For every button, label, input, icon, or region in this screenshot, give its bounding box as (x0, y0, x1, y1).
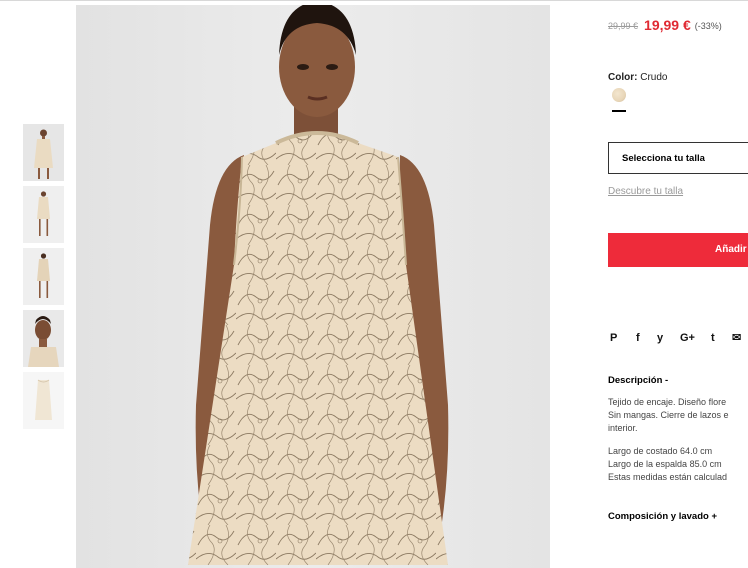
composition-toggle[interactable]: Composición y lavado + (608, 511, 717, 522)
thumbnail-4[interactable] (23, 310, 64, 367)
mail-icon[interactable]: ✉ (732, 331, 741, 345)
thumbnail-5[interactable] (23, 372, 64, 429)
color-label: Color: Crudo (608, 72, 667, 83)
add-to-cart-label: Añadir (715, 244, 747, 255)
facebook-icon[interactable]: f (636, 331, 640, 345)
description-line: Sin mangas. Cierre de lazos e (608, 410, 729, 420)
original-price: 29,99 € (608, 21, 639, 31)
description-line: Tejido de encaje. Diseño flore (608, 397, 727, 407)
price-row: 29,99 € 19,99 € (-33%) (608, 16, 722, 33)
size-guide-link[interactable]: Descubre tu talla (608, 186, 683, 197)
size-select[interactable]: Selecciona tu talla (608, 142, 748, 174)
color-value: Crudo (640, 72, 668, 83)
twitter-icon[interactable]: y (657, 331, 663, 345)
thumbnail-1[interactable] (23, 124, 64, 181)
product-main-image[interactable] (76, 5, 550, 568)
description-title[interactable]: Descripción - (608, 375, 668, 386)
add-to-cart-button[interactable]: Añadir (608, 233, 748, 267)
discount-badge: (-33%) (694, 21, 722, 31)
googleplus-icon[interactable]: G+ (680, 331, 695, 345)
thumbnail-2[interactable] (23, 186, 64, 243)
sale-price: 19,99 € (644, 17, 691, 33)
description-line: interior. (608, 423, 638, 433)
measurement-line: Largo de costado 64.0 cm (608, 446, 713, 456)
color-label-key: Color: (608, 72, 638, 83)
product-info-panel: 29,99 € 19,99 € (-33%) Color: Crudo Selecc… (608, 0, 748, 568)
thumbnail-3[interactable] (23, 248, 64, 305)
measurement-line: Estas medidas están calculad (608, 472, 728, 482)
measurement-line: Largo de la espalda 85.0 cm (608, 459, 722, 469)
color-swatch-crudo[interactable] (612, 88, 626, 102)
selected-swatch-indicator (612, 110, 626, 112)
pinterest-icon[interactable]: P (610, 331, 617, 345)
tumblr-icon[interactable]: t (711, 331, 715, 345)
